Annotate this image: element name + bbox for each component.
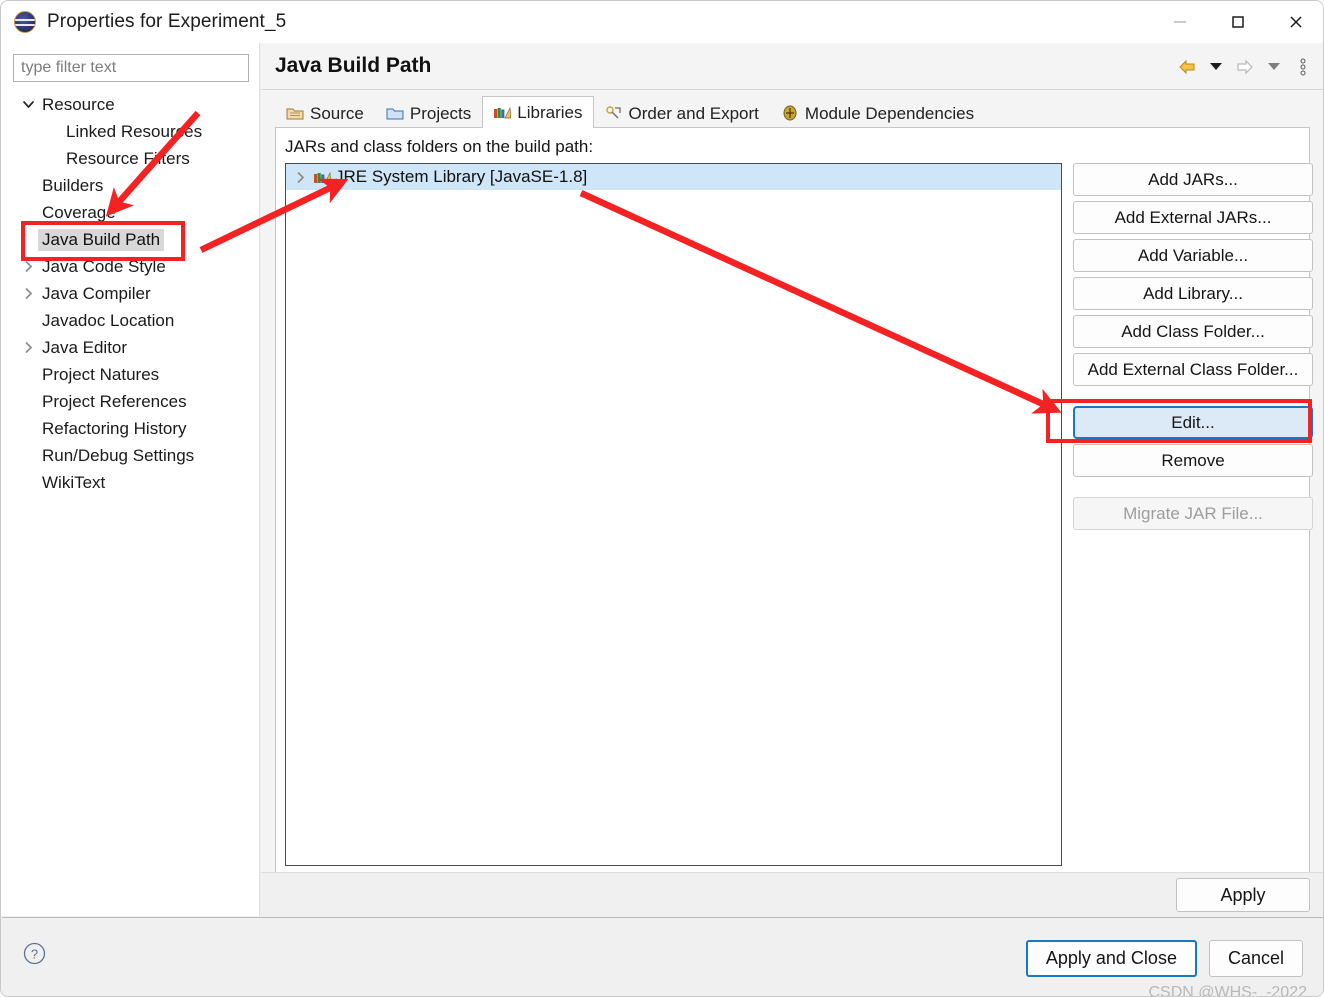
forward-arrow-icon: [1232, 52, 1258, 82]
dialog-footer: ? Apply and Close Cancel CSDN @WHS-_-202…: [2, 917, 1323, 996]
tab-libraries[interactable]: Libraries: [482, 96, 594, 128]
properties-dialog: Properties for Experiment_5 Resource Link…: [0, 0, 1324, 997]
sidebar-item-coverage[interactable]: Coverage: [2, 199, 260, 226]
libraries-icon: [493, 104, 512, 122]
close-icon[interactable]: [1267, 1, 1323, 43]
list-label: JARs and class folders on the build path…: [285, 137, 594, 156]
maximize-icon[interactable]: [1209, 1, 1267, 43]
sidebar-item-label: Java Build Path: [38, 228, 165, 251]
chevron-right-icon[interactable]: [18, 260, 38, 273]
sidebar-item-resource[interactable]: Resource: [2, 91, 260, 118]
jre-library-icon: [313, 169, 332, 185]
settings-sidebar: Resource Linked Resources Resource Filters…: [2, 43, 260, 916]
svg-text:?: ?: [31, 947, 38, 962]
sidebar-item-java-compiler[interactable]: Java Compiler: [2, 280, 260, 307]
sidebar-item-label: Refactoring History: [42, 418, 187, 438]
footer-buttons: Apply and Close Cancel: [1025, 940, 1303, 977]
classpath-action-buttons: Add JARs... Add External JARs... Add Varia…: [1073, 163, 1316, 530]
cancel-button[interactable]: Cancel: [1208, 940, 1303, 977]
pane-navigation: [1174, 43, 1316, 90]
tab-source[interactable]: Source: [275, 98, 375, 128]
pane-header: Java Build Path: [261, 43, 1323, 90]
settings-tree: Resource Linked Resources Resource Filters…: [2, 91, 260, 496]
sidebar-item-label: Resource: [42, 94, 115, 114]
filter-input[interactable]: [13, 54, 249, 82]
eclipse-icon: [14, 11, 36, 33]
sidebar-item-label: Project Natures: [42, 364, 160, 384]
chevron-down-icon[interactable]: [18, 98, 38, 111]
add-class-folder-button[interactable]: Add Class Folder...: [1073, 315, 1313, 348]
back-arrow-icon[interactable]: [1174, 52, 1200, 82]
classpath-list[interactable]: JRE System Library [JavaSE-1.8]: [285, 163, 1062, 866]
tab-label: Order and Export: [628, 103, 759, 123]
build-path-tabs: Source Projects Libraries Order and Export M…: [275, 96, 985, 128]
forward-dropdown-icon[interactable]: [1261, 52, 1287, 82]
sidebar-item-label: Linked Resources: [66, 121, 203, 141]
chevron-right-icon[interactable]: [18, 341, 38, 354]
sidebar-item-label: Java Compiler: [42, 283, 151, 303]
tab-label: Libraries: [517, 102, 583, 122]
projects-icon: [386, 105, 404, 123]
back-dropdown-icon[interactable]: [1203, 52, 1229, 82]
source-folder-icon: [286, 105, 304, 123]
sidebar-left-edge: [1, 43, 6, 916]
add-external-jars-button[interactable]: Add External JARs...: [1073, 201, 1313, 234]
add-jars-button[interactable]: Add JARs...: [1073, 163, 1313, 196]
sidebar-item-java-build-path[interactable]: Java Build Path: [2, 226, 260, 253]
tab-projects[interactable]: Projects: [375, 98, 482, 128]
sidebar-item-label: WikiText: [42, 472, 106, 492]
edit-button[interactable]: Edit...: [1073, 406, 1313, 439]
sidebar-item-label: Javadoc Location: [42, 310, 175, 330]
help-icon[interactable]: ?: [23, 942, 46, 965]
apply-button[interactable]: Apply: [1176, 878, 1310, 912]
tab-label: Module Dependencies: [804, 103, 975, 123]
sidebar-item-linked-resources[interactable]: Linked Resources: [2, 118, 260, 145]
view-menu-icon[interactable]: [1290, 52, 1316, 82]
page-title: Java Build Path: [275, 54, 432, 77]
add-library-button[interactable]: Add Library...: [1073, 277, 1313, 310]
title-bar: Properties for Experiment_5: [1, 1, 1323, 43]
order-export-icon: [605, 105, 623, 123]
classpath-entry-label: JRE System Library [JavaSE-1.8]: [335, 167, 588, 186]
sidebar-item-builders[interactable]: Builders: [2, 172, 260, 199]
sidebar-item-javadoc-location[interactable]: Javadoc Location: [2, 307, 260, 334]
classpath-entry[interactable]: JRE System Library [JavaSE-1.8]: [286, 164, 1061, 190]
sidebar-item-run-debug-settings[interactable]: Run/Debug Settings: [2, 442, 260, 469]
sidebar-item-label: Java Editor: [42, 337, 128, 357]
sidebar-item-label: Resource Filters: [66, 148, 190, 168]
chevron-right-icon[interactable]: [291, 171, 309, 184]
apply-strip: Apply: [261, 872, 1323, 916]
sidebar-item-wikitext[interactable]: WikiText: [2, 469, 260, 496]
tab-label: Projects: [409, 103, 472, 123]
window-controls: [1151, 1, 1323, 43]
sidebar-item-label: Coverage: [42, 202, 116, 222]
tab-order-and-export[interactable]: Order and Export: [594, 98, 770, 128]
minimize-icon[interactable]: [1151, 1, 1209, 43]
sidebar-item-project-natures[interactable]: Project Natures: [2, 361, 260, 388]
tab-label: Source: [310, 103, 364, 123]
watermark: CSDN @WHS-_-2022: [1148, 984, 1308, 997]
sidebar-item-label: Run/Debug Settings: [42, 445, 195, 465]
chevron-right-icon[interactable]: [18, 287, 38, 300]
sidebar-item-label: Builders: [42, 175, 104, 195]
sidebar-item-label: Java Code Style: [42, 256, 166, 276]
sidebar-item-refactoring-history[interactable]: Refactoring History: [2, 415, 260, 442]
sidebar-item-label: Project References: [42, 391, 187, 411]
add-external-class-folder-button[interactable]: Add External Class Folder...: [1073, 353, 1313, 386]
tab-module-dependencies[interactable]: Module Dependencies: [770, 98, 985, 128]
settings-pane: Java Build Path Source Projects Librarie…: [261, 43, 1323, 916]
sidebar-item-java-editor[interactable]: Java Editor: [2, 334, 260, 361]
remove-button[interactable]: Remove: [1073, 444, 1313, 477]
libraries-content: JARs and class folders on the build path…: [275, 127, 1313, 914]
sidebar-item-java-code-style[interactable]: Java Code Style: [2, 253, 260, 280]
sidebar-item-project-references[interactable]: Project References: [2, 388, 260, 415]
window-title: Properties for Experiment_5: [47, 11, 287, 32]
apply-and-close-button[interactable]: Apply and Close: [1025, 940, 1197, 977]
migrate-jar-file-button: Migrate JAR File...: [1073, 497, 1313, 530]
module-icon: [781, 105, 799, 123]
add-variable-button[interactable]: Add Variable...: [1073, 239, 1313, 272]
sidebar-item-resource-filters[interactable]: Resource Filters: [2, 145, 260, 172]
